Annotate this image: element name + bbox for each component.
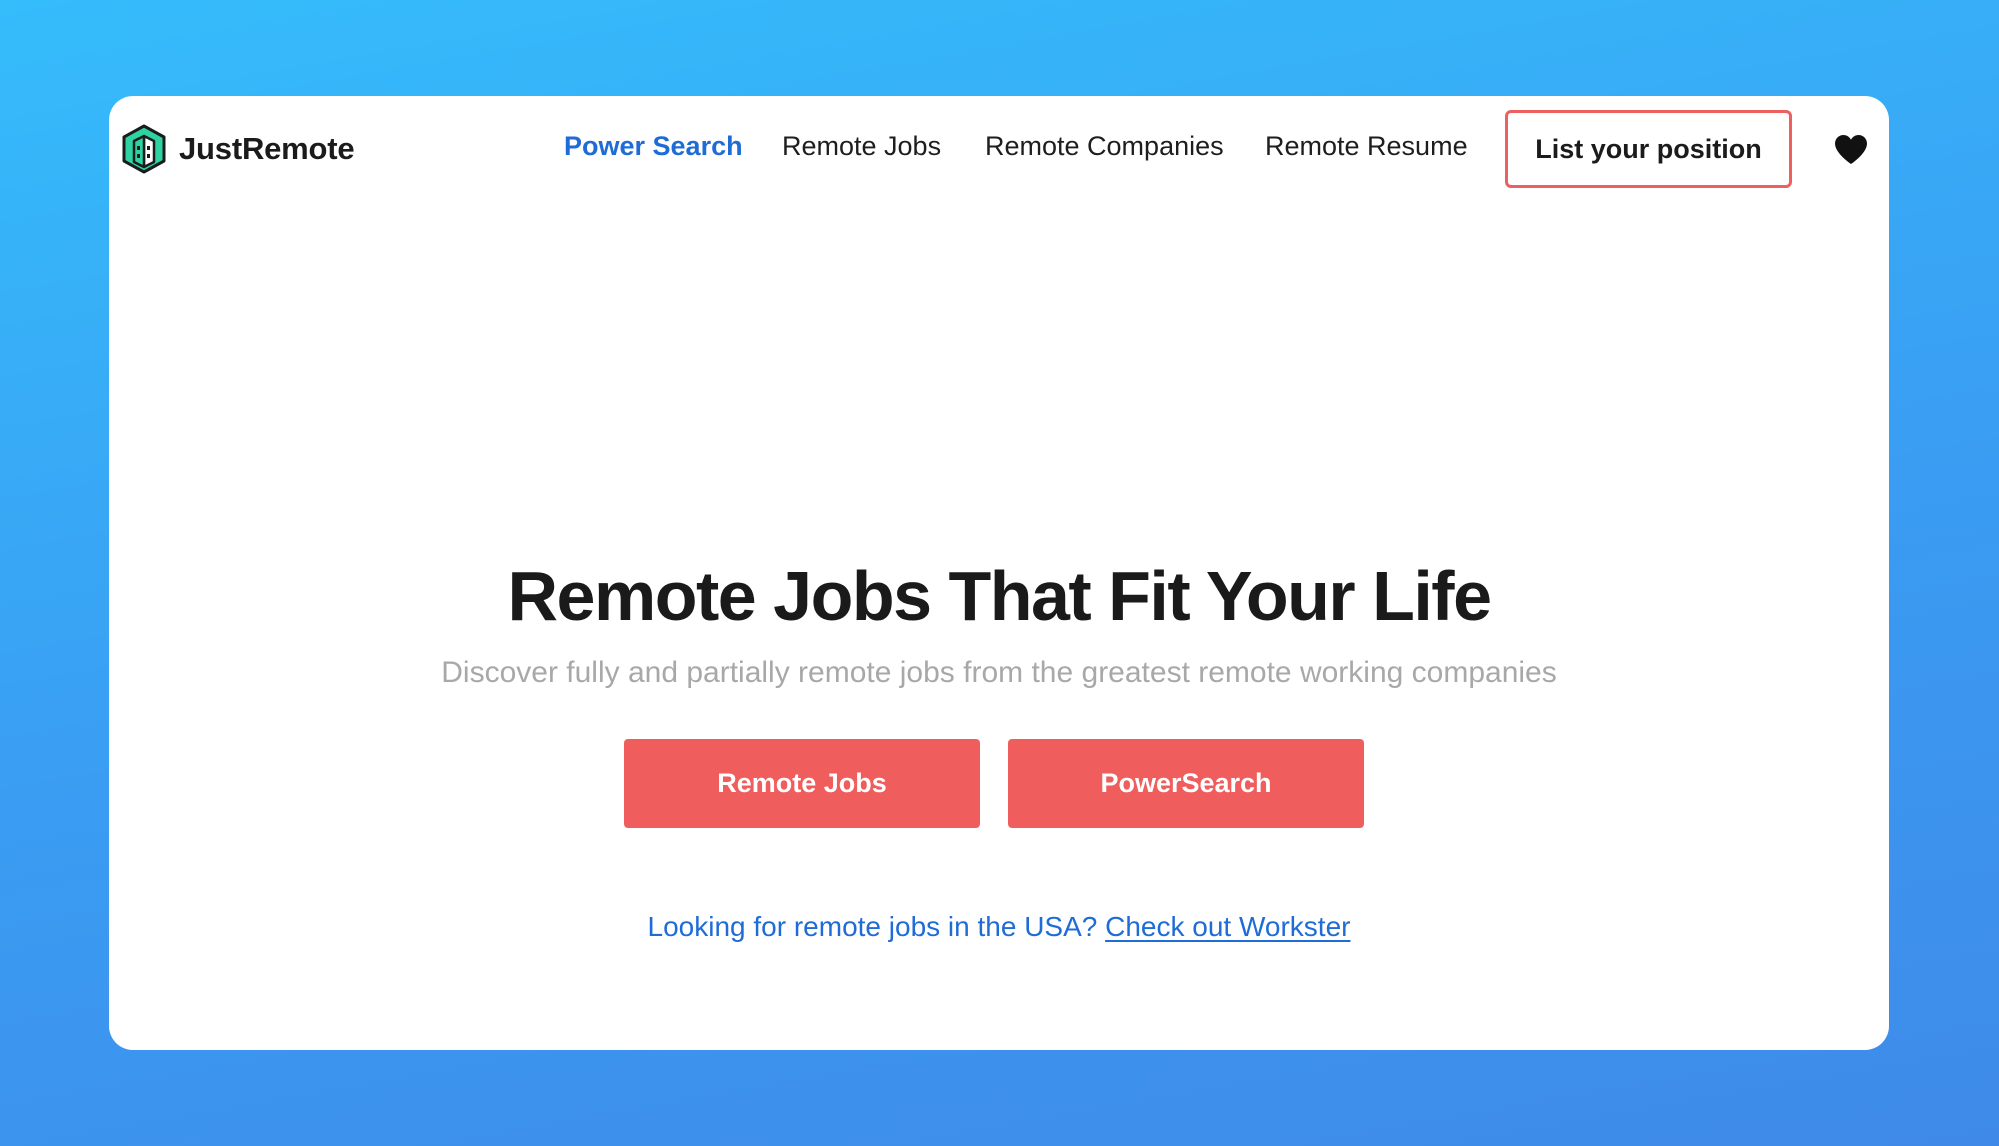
nav-remote-jobs[interactable]: Remote Jobs [782, 131, 941, 162]
nav-remote-companies[interactable]: Remote Companies [985, 131, 1224, 162]
favorites-button[interactable] [1833, 132, 1869, 166]
nav-power-search[interactable]: Power Search [564, 131, 743, 162]
hero-subtitle: Discover fully and partially remote jobs… [441, 656, 1557, 689]
heart-icon [1835, 135, 1867, 164]
power-search-button[interactable]: PowerSearch [1008, 739, 1364, 828]
site-header: JustRemote Power Search Remote Jobs Remo… [109, 96, 1889, 202]
usa-prompt: Looking for remote jobs in the USA? Chec… [109, 911, 1889, 943]
usa-prompt-text: Looking for remote jobs in the USA? [647, 911, 1098, 942]
workster-link[interactable]: Check out Workster [1105, 911, 1350, 942]
hero-title: Remote Jobs That Fit Your Life [507, 557, 1492, 635]
list-position-button[interactable]: List your position [1505, 110, 1792, 188]
remote-jobs-button[interactable]: Remote Jobs [624, 739, 980, 828]
page-card: JustRemote Power Search Remote Jobs Remo… [109, 96, 1889, 1050]
nav-remote-resume[interactable]: Remote Resume [1265, 131, 1468, 162]
